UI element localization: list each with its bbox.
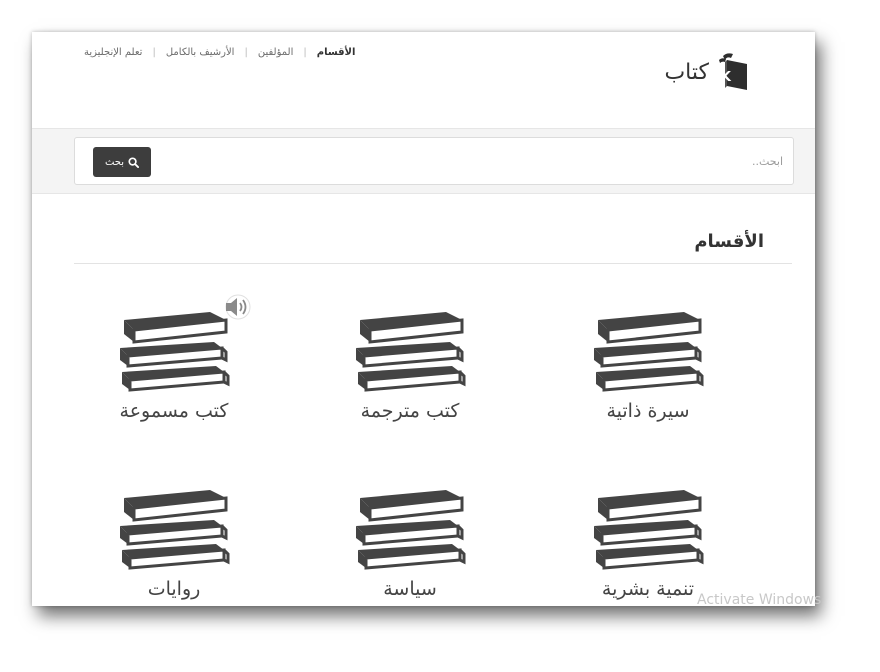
search-band: بحث [32,128,815,194]
books-stack-icon [118,310,230,392]
site-header: الأقسام | المؤلفين | الأرشيف بالكامل | ت… [32,32,815,128]
category-tile-politics[interactable]: سياسة [320,484,500,600]
nav-item-learn-english[interactable]: تعلم الإنجليزية [84,47,142,58]
app-window: الأقسام | المؤلفين | الأرشيف بالكامل | ت… [32,32,815,606]
category-tile-novels[interactable]: روايات [84,484,264,600]
nav-item-authors[interactable]: المؤلفين [258,47,294,58]
category-tile-biography[interactable]: سيرة ذاتية [558,306,738,422]
speaker-icon[interactable] [222,294,254,320]
search-icon [128,156,140,168]
books-stack-icon [354,310,466,392]
books-stack-icon [592,488,704,570]
category-label: روايات [147,578,201,600]
top-nav: الأقسام | المؤلفين | الأرشيف بالكامل | ت… [84,47,355,58]
category-label: كتب مسموعة [119,400,229,422]
category-tile-self-development[interactable]: تنمية بشرية [558,484,738,600]
section-divider [74,263,792,264]
books-stack-icon [592,310,704,392]
nav-item-categories[interactable]: الأقسام [317,47,356,58]
nav-item-archive[interactable]: الأرشيف بالكامل [166,47,235,58]
category-tile-translated[interactable]: كتب مترجمة [320,306,500,422]
search-box: بحث [74,137,794,185]
books-stack-icon [118,488,230,570]
logo-letter: K [721,70,732,85]
nav-separator: | [152,47,156,58]
activate-windows-watermark: Activate Windows [697,592,822,608]
nav-separator: | [303,47,307,58]
search-input[interactable] [221,146,785,176]
site-logo[interactable]: K كتاب [664,52,757,92]
category-label: سيرة ذاتية [606,400,690,422]
nav-separator: | [244,47,248,58]
category-tile-audiobooks[interactable]: كتب مسموعة [84,306,264,422]
category-label: سياسة [383,578,437,600]
search-button-label: بحث [104,156,125,168]
books-stack-icon [354,488,466,570]
category-label: كتب مترجمة [360,400,460,422]
book-logo-icon: K [719,53,747,90]
search-button[interactable]: بحث [93,147,151,177]
brand-name: كتاب [664,59,709,85]
section-title: الأقسام [694,231,764,252]
